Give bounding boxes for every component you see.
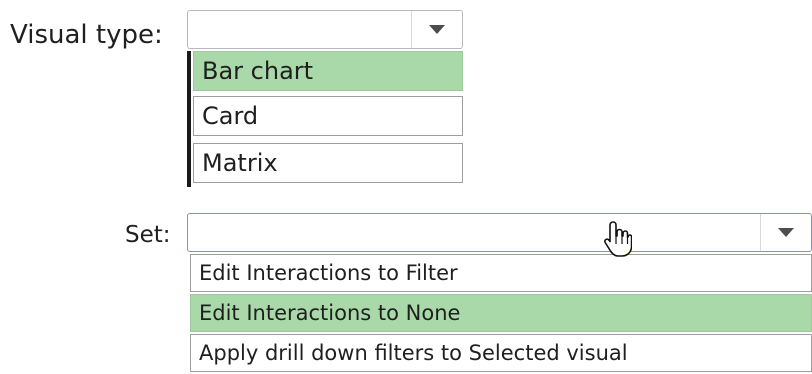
hand-pointer-icon: [604, 221, 632, 257]
visual-type-dropdown[interactable]: [187, 10, 463, 49]
option-edit-interactions-filter[interactable]: Edit Interactions to Filter: [190, 254, 812, 292]
option-edit-interactions-none[interactable]: Edit Interactions to None: [190, 294, 812, 332]
visual-type-dropdown-button[interactable]: [411, 11, 462, 48]
chevron-down-icon: [778, 228, 794, 237]
option-bar-chart[interactable]: Bar chart: [193, 51, 463, 91]
visual-type-label: Visual type:: [10, 20, 163, 50]
option-matrix[interactable]: Matrix: [193, 143, 463, 183]
set-dropdown-button[interactable]: [760, 214, 811, 251]
list-left-rule: [187, 51, 191, 187]
set-dropdown[interactable]: [187, 213, 812, 252]
chevron-down-icon: [429, 25, 445, 34]
option-apply-drill-down[interactable]: Apply drill down filters to Selected vis…: [190, 334, 812, 372]
option-card[interactable]: Card: [193, 96, 463, 136]
set-label: Set:: [125, 222, 171, 248]
